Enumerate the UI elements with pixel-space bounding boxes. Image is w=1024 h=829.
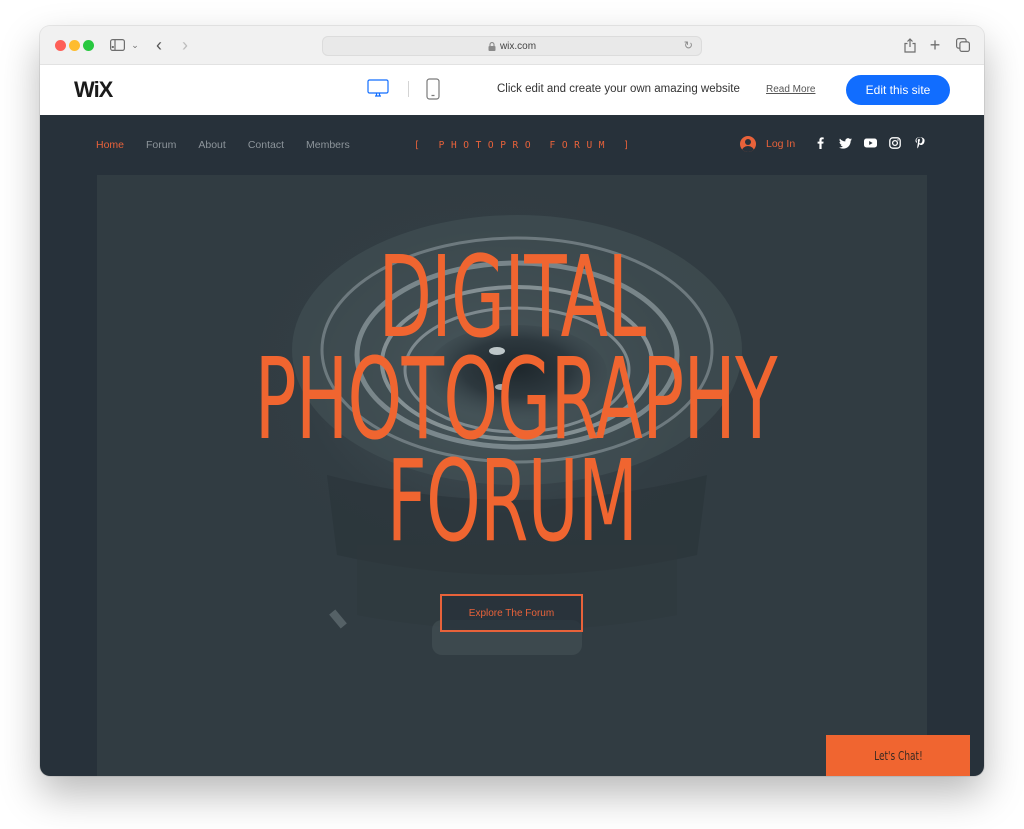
nav-item-forum[interactable]: Forum bbox=[146, 139, 176, 151]
site-brand[interactable]: [ PHOTOPRO FORUM ] bbox=[414, 140, 636, 151]
hero-title-line: DIGITAL bbox=[378, 233, 646, 363]
wix-logo[interactable]: WiX bbox=[74, 77, 113, 103]
nav-item-home[interactable]: Home bbox=[96, 139, 124, 151]
wix-editor-banner: WiX Click edit and create your own amazi… bbox=[40, 65, 984, 115]
explore-forum-button[interactable]: Explore The Forum bbox=[440, 594, 583, 632]
site-nav: Home Forum About Contact Members bbox=[96, 139, 372, 151]
read-more-link[interactable]: Read More bbox=[766, 84, 815, 95]
pinterest-icon[interactable] bbox=[913, 136, 927, 150]
device-divider bbox=[408, 81, 409, 97]
youtube-icon[interactable] bbox=[863, 136, 877, 150]
desktop-view-icon[interactable] bbox=[367, 79, 389, 99]
new-tab-icon[interactable]: + bbox=[928, 35, 942, 55]
lock-icon bbox=[488, 41, 496, 51]
chevron-down-icon[interactable]: ⌄ bbox=[130, 35, 140, 55]
reload-icon[interactable]: ↻ bbox=[684, 39, 693, 52]
login-label: Log In bbox=[766, 138, 796, 150]
browser-window: ⌄ ‹ › wix.com ↻ + WiX Click edit and cre… bbox=[40, 26, 984, 776]
edit-this-site-button[interactable]: Edit this site bbox=[846, 75, 950, 105]
forward-icon[interactable]: › bbox=[179, 35, 191, 55]
twitter-icon[interactable] bbox=[838, 136, 852, 150]
banner-message: Click edit and create your own amazing w… bbox=[497, 83, 740, 95]
nav-item-about[interactable]: About bbox=[198, 139, 225, 151]
share-icon[interactable] bbox=[902, 35, 918, 55]
close-window-button[interactable] bbox=[55, 40, 66, 51]
lets-chat-button[interactable]: Let's Chat! bbox=[826, 735, 970, 776]
chat-label: Let's Chat! bbox=[873, 748, 923, 763]
login-button[interactable]: Log In bbox=[740, 136, 795, 152]
hero-title: DIGITAL PHOTOGRAPHY FORUM bbox=[254, 233, 778, 567]
tab-overview-icon[interactable] bbox=[955, 35, 971, 55]
site-content: Home Forum About Contact Members [ PHOTO… bbox=[40, 115, 984, 776]
hero-section: DIGITAL PHOTOGRAPHY FORUM Explore The Fo… bbox=[97, 175, 927, 776]
facebook-icon[interactable] bbox=[813, 136, 827, 150]
user-avatar-icon bbox=[740, 136, 756, 152]
nav-item-members[interactable]: Members bbox=[306, 139, 350, 151]
mobile-view-icon[interactable] bbox=[426, 78, 440, 100]
hero-title-line: FORUM bbox=[386, 437, 638, 567]
maximize-window-button[interactable] bbox=[83, 40, 94, 51]
back-icon[interactable]: ‹ bbox=[153, 35, 165, 55]
social-bar bbox=[813, 136, 927, 150]
address-bar[interactable]: wix.com ↻ bbox=[322, 36, 702, 56]
minimize-window-button[interactable] bbox=[69, 40, 80, 51]
hero-title-line: PHOTOGRAPHY bbox=[254, 335, 778, 465]
url-text: wix.com bbox=[499, 40, 537, 52]
instagram-icon[interactable] bbox=[888, 136, 902, 150]
nav-item-contact[interactable]: Contact bbox=[248, 139, 284, 151]
sidebar-icon[interactable] bbox=[109, 35, 125, 55]
browser-toolbar: ⌄ ‹ › wix.com ↻ + bbox=[40, 26, 984, 65]
